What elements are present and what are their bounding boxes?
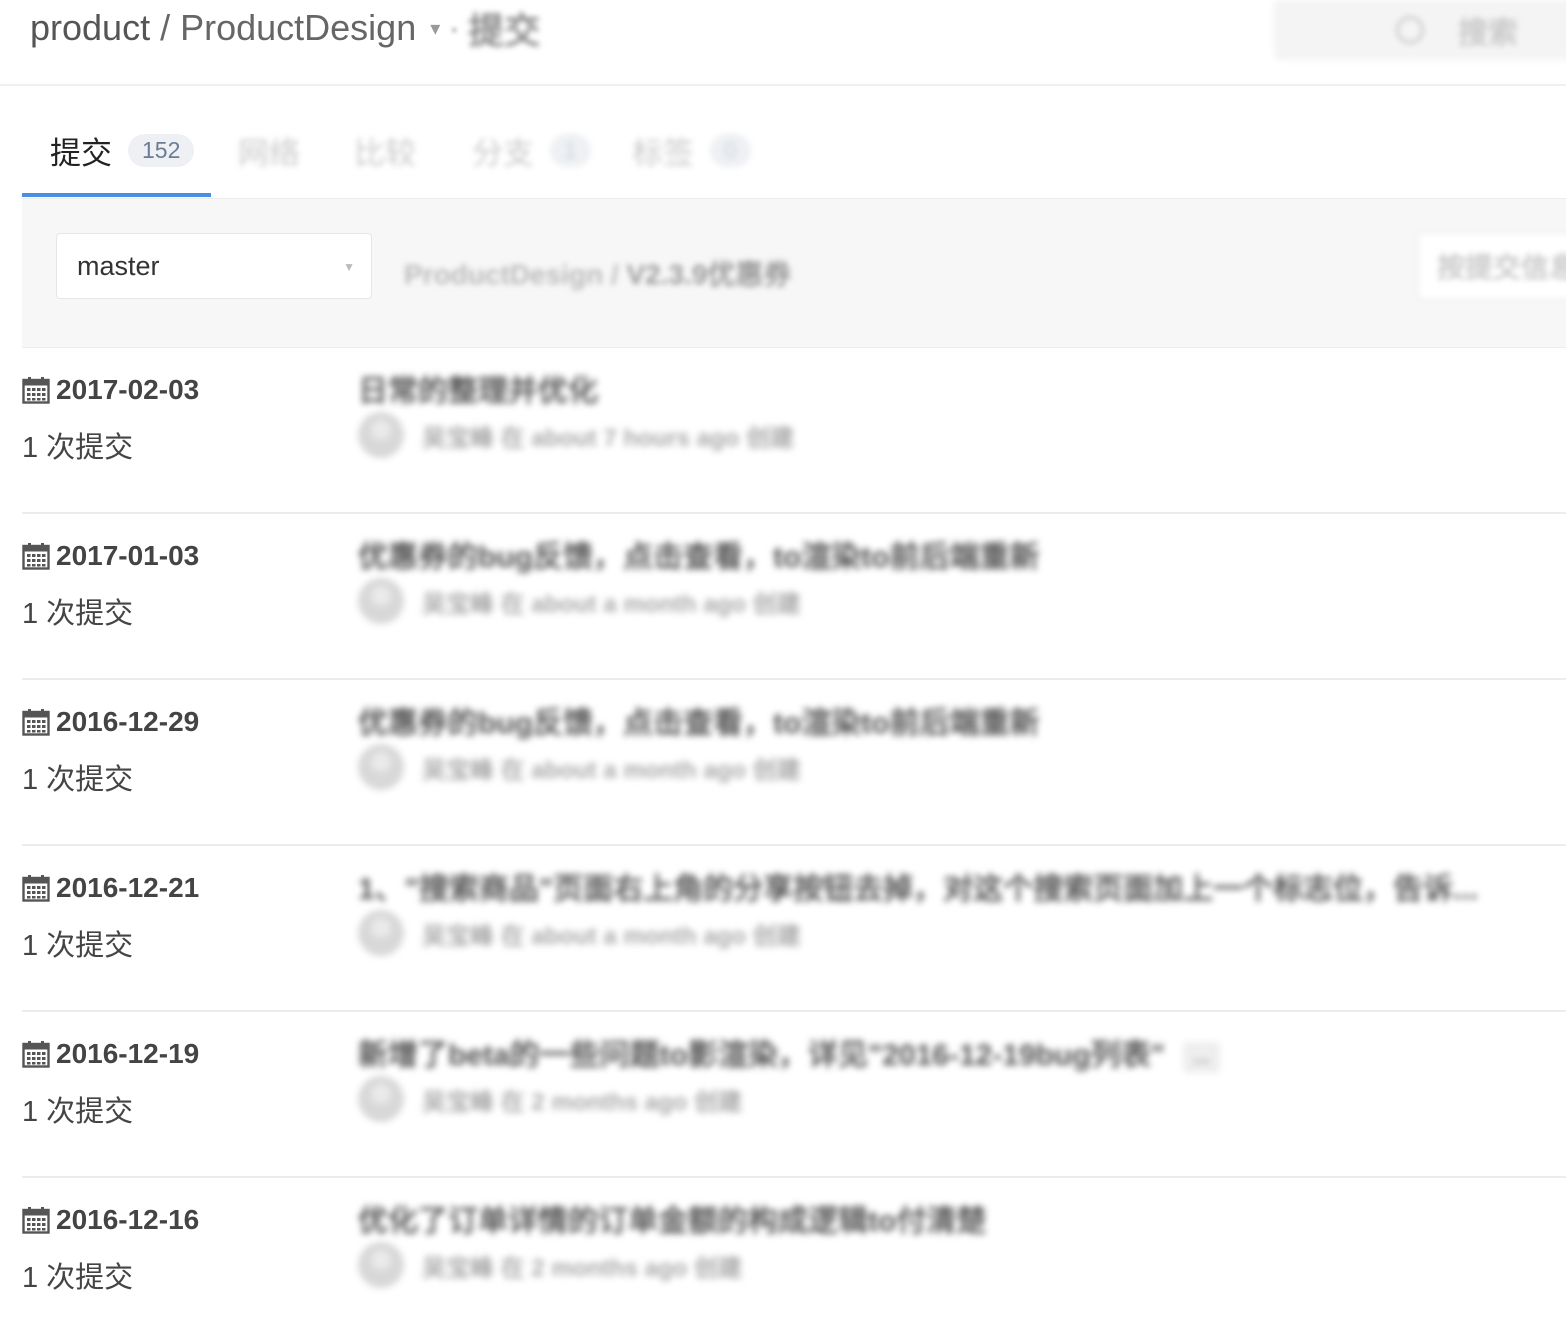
commit-day-row: 2016-12-19 1 次提交 新增了beta的一些问题to影渲染，详见"20… — [22, 1012, 1566, 1178]
commit-date-text: 2017-01-03 — [56, 540, 200, 571]
path-directory: V2.3.9优惠券 — [626, 259, 792, 290]
commit-day-row: 2017-02-03 1 次提交 日常的整理并优化 吴宝峰 在 about 7 … — [22, 348, 1566, 514]
calendar-icon — [22, 1207, 50, 1234]
commit-meta: 吴宝峰 在 about a month ago 创建 — [358, 908, 801, 958]
repo-tabs: 提交 152 网络 比较 分支 1 标签 0 — [22, 100, 1566, 198]
search-icon — [1396, 16, 1424, 44]
breadcrumb-separator: / — [160, 7, 171, 48]
branch-count-badge: 1 — [550, 133, 591, 167]
commit-author-time: 吴宝峰 在 2 months ago 创建 — [422, 1088, 743, 1116]
commit-date-text: 2016-12-19 — [56, 1038, 200, 1069]
commit-date: 2016-12-19 — [22, 1034, 199, 1074]
branch-select-value: master — [77, 250, 160, 281]
active-tab-indicator — [22, 193, 211, 197]
commit-message-link[interactable]: 优惠券的bug反馈，点击查看，to渲染to前后端重新 — [358, 532, 1040, 576]
commit-count: 1 次提交 — [22, 432, 134, 464]
tab-branches[interactable]: 分支 1 — [472, 120, 591, 180]
commit-message-link[interactable]: 优化了订单详情的订单金额的构成逻辑to付清楚 — [358, 1196, 986, 1240]
tag-count-badge: 0 — [710, 133, 751, 167]
calendar-icon — [22, 709, 50, 736]
commit-meta: 吴宝峰 在 about a month ago 创建 — [358, 576, 801, 626]
tab-label: 网络 — [238, 135, 300, 171]
commit-day-row: 2017-01-03 1 次提交 优惠券的bug反馈，点击查看，to渲染to前后… — [22, 514, 1566, 680]
commit-author-time: 吴宝峰 在 about a month ago 创建 — [422, 756, 801, 784]
avatar[interactable] — [358, 412, 404, 458]
search-input[interactable]: 搜索 — [1274, 0, 1566, 60]
calendar-icon — [22, 875, 50, 902]
commit-day-row: 2016-12-21 1 次提交 1、"搜索商品"页面右上角的分享按钮去掉，对这… — [22, 846, 1566, 1012]
page-title: 提交 — [468, 10, 541, 51]
commit-meta: 吴宝峰 在 about a month ago 创建 — [358, 742, 801, 792]
commit-message-text: 新增了beta的一些问题to影渲染，详见"2016-12-19bug列表" — [358, 1039, 1165, 1072]
calendar-icon — [22, 377, 50, 404]
tab-label: 标签 — [632, 135, 694, 171]
calendar-icon — [22, 1041, 50, 1068]
commits-toolbar: master ▼ ProductDesign / V2.3.9优惠券 按提交信息… — [22, 198, 1566, 348]
commit-message-text: 优化了订单详情的订单金额的构成逻辑to付清楚 — [358, 1205, 987, 1238]
search-placeholder: 搜索 — [1458, 17, 1518, 50]
commit-count: 1 次提交 — [22, 1096, 134, 1128]
calendar-icon — [22, 543, 50, 570]
breadcrumb-dot: · — [448, 7, 461, 48]
commit-message-link[interactable]: 1、"搜索商品"页面右上角的分享按钮去掉，对这个搜索页面加上一个标志位，告诉..… — [358, 864, 1478, 908]
tab-commits[interactable]: 提交 152 — [50, 120, 195, 180]
commit-date: 2017-01-03 — [22, 536, 199, 576]
commit-count-badge: 152 — [128, 133, 195, 167]
commit-count: 1 次提交 — [22, 1262, 134, 1294]
commit-meta: 吴宝峰 在 2 months ago 创建 — [358, 1240, 742, 1290]
tab-tags[interactable]: 标签 0 — [632, 120, 751, 180]
commit-author-time: 吴宝峰 在 2 months ago 创建 — [422, 1254, 743, 1282]
expand-message-button[interactable]: ... — [1182, 1041, 1220, 1073]
breadcrumb-repo-link[interactable]: ProductDesign — [180, 7, 416, 49]
commit-day-row: 2016-12-16 1 次提交 优化了订单详情的订单金额的构成逻辑to付清楚 … — [22, 1178, 1566, 1324]
avatar[interactable] — [358, 578, 404, 624]
commit-count: 1 次提交 — [22, 598, 134, 630]
tab-label: 比较 — [354, 135, 416, 171]
branch-select[interactable]: master ▼ — [56, 233, 372, 299]
commit-date: 2016-12-29 — [22, 702, 199, 742]
breadcrumb: product / ProductDesign ▾ · 提交 — [30, 4, 540, 52]
commit-day-row: 2016-12-29 1 次提交 优惠券的bug反馈，点击查看，to渲染to前后… — [22, 680, 1566, 846]
commit-author-time: 吴宝峰 在 about 7 hours ago 创建 — [422, 424, 795, 452]
commit-date: 2016-12-21 — [22, 868, 199, 908]
commit-message-link[interactable]: 优惠券的bug反馈，点击查看，to渲染to前后端重新 — [358, 698, 1040, 742]
commit-message-text: 优惠券的bug反馈，点击查看，to渲染to前后端重新 — [358, 541, 1040, 574]
commit-count: 1 次提交 — [22, 764, 134, 796]
commit-filter-input[interactable]: 按提交信息搜索 — [1418, 233, 1566, 299]
commit-message-link[interactable]: 新增了beta的一些问题to影渲染，详见"2016-12-19bug列表"... — [358, 1030, 1220, 1074]
avatar[interactable] — [358, 910, 404, 956]
avatar[interactable] — [358, 1076, 404, 1122]
commit-date-text: 2016-12-16 — [56, 1204, 200, 1235]
commit-message-text: 优惠券的bug反馈，点击查看，to渲染to前后端重新 — [358, 707, 1040, 740]
chevron-down-icon: ▼ — [343, 260, 355, 274]
commit-author-time: 吴宝峰 在 about a month ago 创建 — [422, 590, 801, 618]
chevron-down-icon[interactable]: ▾ — [430, 16, 440, 41]
page-header: product / ProductDesign ▾ · 提交 搜索 — [0, 0, 1566, 86]
commit-date-text: 2016-12-21 — [56, 872, 200, 903]
tab-label: 提交 — [50, 135, 112, 171]
commit-date-text: 2017-02-03 — [56, 374, 200, 405]
repo-path: ProductDesign / V2.3.9优惠券 — [404, 253, 791, 293]
commit-message-text: 日常的整理并优化 — [358, 375, 598, 408]
commit-date: 2017-02-03 — [22, 370, 199, 410]
path-separator: / — [603, 259, 627, 290]
path-repo-link[interactable]: ProductDesign — [404, 259, 603, 290]
commit-meta: 吴宝峰 在 about 7 hours ago 创建 — [358, 410, 794, 460]
commit-message-link[interactable]: 日常的整理并优化 — [358, 366, 598, 410]
commit-meta: 吴宝峰 在 2 months ago 创建 — [358, 1074, 742, 1124]
tab-compare[interactable]: 比较 — [354, 120, 416, 180]
breadcrumb-group-link[interactable]: product — [30, 7, 150, 49]
commit-author-time: 吴宝峰 在 about a month ago 创建 — [422, 922, 801, 950]
avatar[interactable] — [358, 1242, 404, 1288]
tab-label: 分支 — [472, 135, 534, 171]
tab-network[interactable]: 网络 — [238, 120, 300, 180]
commit-count: 1 次提交 — [22, 930, 134, 962]
commit-date-text: 2016-12-29 — [56, 706, 200, 737]
commit-date: 2016-12-16 — [22, 1200, 199, 1240]
commit-message-text: 1、"搜索商品"页面右上角的分享按钮去掉，对这个搜索页面加上一个标志位，告诉..… — [358, 873, 1479, 906]
avatar[interactable] — [358, 744, 404, 790]
